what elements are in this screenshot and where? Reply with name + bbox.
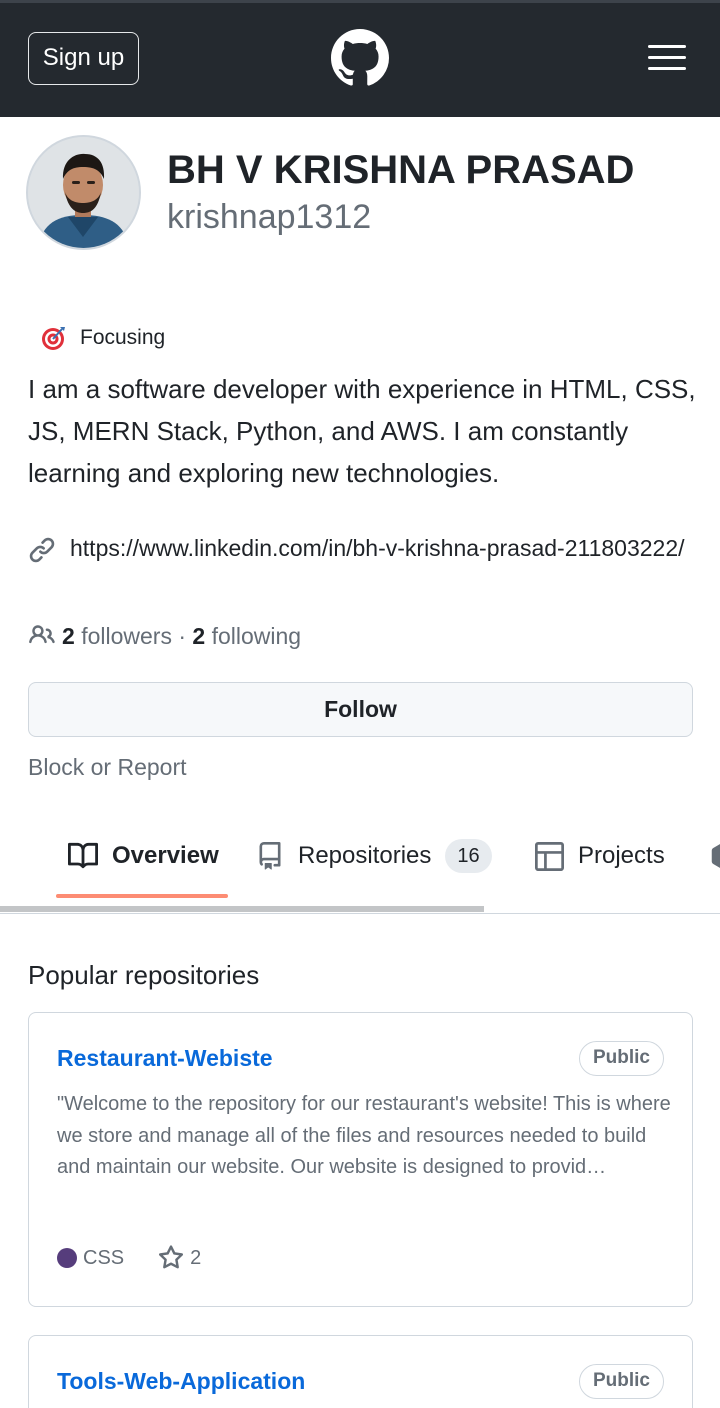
- repo-card: Restaurant-Webiste Public "Welcome to th…: [28, 1012, 693, 1307]
- github-logo-icon[interactable]: [331, 29, 389, 87]
- tab-packages[interactable]: [710, 836, 720, 876]
- followers-count: 2: [62, 623, 75, 649]
- avatar[interactable]: [26, 135, 141, 250]
- top-header: Sign up: [0, 0, 720, 117]
- tab-overview[interactable]: Overview: [68, 836, 219, 876]
- profile-full-name: BH V KRISHNA PRASAD: [167, 148, 635, 192]
- following-count: 2: [192, 623, 206, 649]
- package-icon: [711, 844, 720, 868]
- repositories-count-badge: 16: [445, 839, 492, 873]
- repo-stars[interactable]: 2: [190, 1247, 201, 1270]
- star-icon[interactable]: [158, 1245, 184, 1271]
- followers-label: followers: [81, 623, 172, 649]
- repo-card: Tools-Web-Application Public: [28, 1335, 693, 1408]
- book-icon: [68, 842, 98, 869]
- tab-repositories[interactable]: Repositories 16: [256, 836, 492, 876]
- repo-language: CSS: [83, 1246, 125, 1269]
- profile-bio: I am a software developer with experienc…: [28, 374, 696, 488]
- popular-repositories-heading: Popular repositories: [28, 960, 260, 990]
- repo-icon: [259, 842, 281, 870]
- tab-repositories-label: Repositories: [298, 842, 432, 869]
- stats-separator: ·: [178, 623, 187, 649]
- visibility-badge: Public: [578, 1041, 664, 1076]
- visibility-badge: Public: [578, 1364, 664, 1399]
- repo-description: "Welcome to the repository for our resta…: [57, 1093, 671, 1178]
- target-icon: [42, 327, 65, 350]
- sign-up-button[interactable]: Sign up: [28, 32, 139, 85]
- people-icon: [29, 625, 55, 644]
- repo-name-link[interactable]: Restaurant-Webiste: [57, 1045, 273, 1072]
- profile-website-link[interactable]: https://www.linkedin.com/in/bh-v-krishna…: [70, 530, 690, 567]
- tabs-scrollbar[interactable]: [0, 906, 484, 912]
- language-color-dot: [57, 1248, 77, 1268]
- repo-name-link[interactable]: Tools-Web-Application: [57, 1368, 305, 1395]
- tab-projects[interactable]: Projects: [535, 836, 665, 876]
- table-icon: [535, 841, 564, 871]
- followers-link[interactable]: 2 followers: [62, 623, 172, 649]
- tab-projects-label: Projects: [578, 842, 665, 869]
- link-icon: [29, 537, 55, 563]
- following-label: following: [211, 623, 302, 649]
- following-link[interactable]: 2 following: [192, 623, 301, 649]
- tab-selected-underline: [56, 894, 228, 898]
- hamburger-menu-icon[interactable]: [648, 45, 686, 71]
- follow-button[interactable]: Follow: [28, 682, 693, 737]
- status-text: Focusing: [80, 326, 166, 349]
- repo-meta: CSS 2: [57, 1245, 201, 1271]
- tab-overview-label: Overview: [112, 842, 219, 869]
- follow-stats: 2 followers · 2 following: [62, 620, 301, 652]
- profile-username: krishnap1312: [167, 198, 372, 236]
- block-or-report-link[interactable]: Block or Report: [28, 754, 187, 781]
- profile-tabs: Overview Repositories 16 Projects: [0, 820, 720, 914]
- profile-status[interactable]: Focusing: [28, 320, 165, 356]
